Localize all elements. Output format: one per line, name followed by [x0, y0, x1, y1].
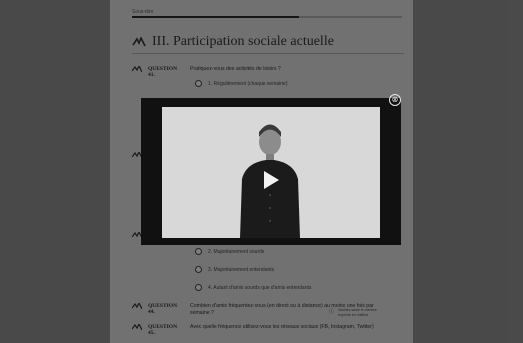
sign-language-video[interactable] [162, 107, 380, 238]
video-modal: ⊗ [141, 94, 401, 245]
play-icon[interactable] [264, 171, 279, 189]
close-icon[interactable]: ⊗ [389, 94, 401, 106]
